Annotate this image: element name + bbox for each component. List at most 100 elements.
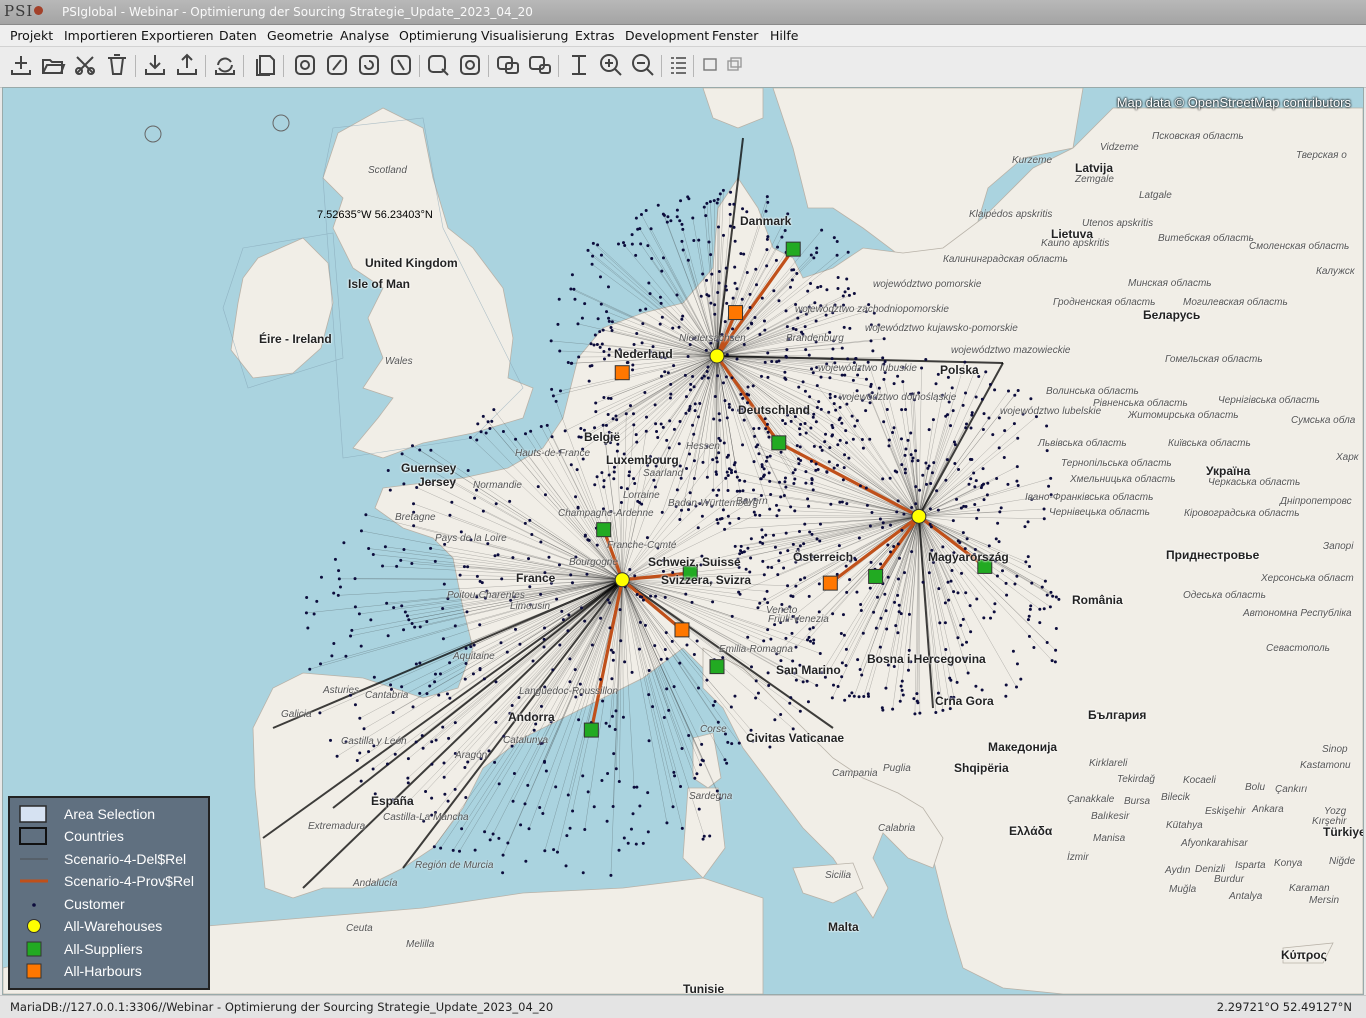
map-label: Eskişehir	[1205, 806, 1246, 817]
customer-marker	[354, 605, 357, 608]
customer-marker	[871, 349, 874, 352]
supplier-marker[interactable]	[772, 436, 786, 450]
customer-marker	[858, 695, 861, 698]
map-view-1-icon[interactable]	[495, 52, 521, 78]
customer-marker	[599, 678, 602, 681]
customer-marker	[783, 480, 786, 483]
menu-fenster[interactable]: Fenster	[712, 28, 758, 43]
menu-geometrie[interactable]: Geometrie	[267, 28, 333, 43]
menu-optimierung[interactable]: Optimierung	[399, 28, 477, 43]
harbour-marker[interactable]	[615, 366, 629, 380]
customer-marker	[1038, 608, 1041, 611]
menu-visualisierung[interactable]: Visualisierung	[481, 28, 568, 43]
customer-marker	[568, 657, 571, 660]
supplier-marker[interactable]	[710, 660, 724, 674]
customer-marker	[864, 409, 867, 412]
measure-icon[interactable]	[566, 52, 592, 78]
map-label: Kirklareli	[1089, 758, 1127, 769]
select-4-icon[interactable]	[388, 52, 414, 78]
open-icon[interactable]	[40, 52, 66, 78]
map-view-2-icon[interactable]	[527, 52, 553, 78]
menu-exportieren[interactable]: Exportieren	[141, 28, 214, 43]
customer-marker	[969, 458, 972, 461]
sync-icon[interactable]	[212, 52, 238, 78]
supplier-marker[interactable]	[584, 723, 598, 737]
delete-icon[interactable]	[104, 52, 130, 78]
menu-development[interactable]: Development	[625, 28, 709, 43]
zoom-box-icon[interactable]	[425, 52, 451, 78]
zoom-out-icon[interactable]	[630, 52, 656, 78]
customer-marker	[642, 842, 645, 845]
map-label: Kastamonu	[1300, 760, 1351, 771]
select-2-icon[interactable]	[324, 52, 350, 78]
map-label: Jersey	[418, 475, 456, 489]
legend-item-suppliers: All-Suppliers	[18, 939, 203, 960]
map-label: Чернівецька область	[1049, 507, 1150, 518]
customer-marker	[746, 393, 749, 396]
warehouse-marker[interactable]	[710, 349, 724, 363]
customer-marker	[651, 705, 654, 708]
customer-marker	[840, 632, 843, 635]
customer-marker	[900, 437, 903, 440]
menu-hilfe[interactable]: Hilfe	[770, 28, 798, 43]
customer-marker	[815, 684, 818, 687]
customer-marker	[799, 433, 802, 436]
customer-marker	[839, 417, 842, 420]
supplier-marker[interactable]	[869, 569, 883, 583]
customer-marker	[767, 431, 770, 434]
customer-marker	[908, 613, 911, 616]
warehouse-marker[interactable]	[912, 509, 926, 523]
menu-daten[interactable]: Daten	[219, 28, 257, 43]
customer-marker	[411, 622, 414, 625]
customer-marker	[689, 383, 692, 386]
map-label: Минская область	[1128, 278, 1212, 289]
customer-marker	[619, 608, 622, 611]
harbour-marker[interactable]	[823, 576, 837, 590]
customer-marker	[893, 601, 896, 604]
harbour-marker[interactable]	[729, 306, 743, 320]
customer-marker	[714, 700, 717, 703]
supplier-marker[interactable]	[786, 242, 800, 256]
customer-marker	[768, 480, 771, 483]
customer-marker	[855, 591, 858, 594]
warehouse-marker[interactable]	[615, 573, 629, 587]
customer-marker	[770, 360, 773, 363]
import-icon[interactable]	[142, 52, 168, 78]
customer-marker	[1017, 389, 1020, 392]
map-label: Normandie	[473, 480, 522, 491]
map-label: Afyonkarahisar	[1181, 838, 1248, 849]
zoom-in-icon[interactable]	[598, 52, 624, 78]
customer-marker	[901, 680, 904, 683]
customer-marker	[737, 591, 740, 594]
export-icon[interactable]	[174, 52, 200, 78]
customer-marker	[679, 785, 682, 788]
customer-marker	[617, 242, 620, 245]
layers-icon[interactable]	[252, 52, 278, 78]
customer-marker	[816, 406, 819, 409]
harbour-marker[interactable]	[675, 623, 689, 637]
new-icon[interactable]	[8, 52, 34, 78]
select-3-icon[interactable]	[356, 52, 382, 78]
menu-analyse[interactable]: Analyse	[340, 28, 389, 43]
customer-marker	[723, 399, 726, 402]
close-icon[interactable]	[72, 52, 98, 78]
menu-extras[interactable]: Extras	[575, 28, 615, 43]
window-icon[interactable]	[698, 52, 724, 78]
supplier-marker[interactable]	[597, 523, 611, 537]
status-bar: MariaDB://127.0.0.1:3306//Webinar - Opti…	[0, 995, 1366, 1018]
customer-marker	[964, 392, 967, 395]
customer-marker	[836, 240, 839, 243]
windows-icon[interactable]	[722, 52, 748, 78]
refresh-icon[interactable]	[457, 52, 483, 78]
menu-projekt[interactable]: Projekt	[10, 28, 53, 43]
list-icon[interactable]	[665, 52, 691, 78]
customer-marker	[1043, 507, 1046, 510]
customer-marker	[820, 229, 823, 232]
customer-marker	[487, 420, 490, 423]
select-1-icon[interactable]	[292, 52, 318, 78]
menu-importieren[interactable]: Importieren	[64, 28, 137, 43]
customer-marker	[746, 271, 749, 274]
customer-marker	[988, 544, 991, 547]
customer-marker	[767, 684, 770, 687]
customer-marker	[1046, 641, 1049, 644]
